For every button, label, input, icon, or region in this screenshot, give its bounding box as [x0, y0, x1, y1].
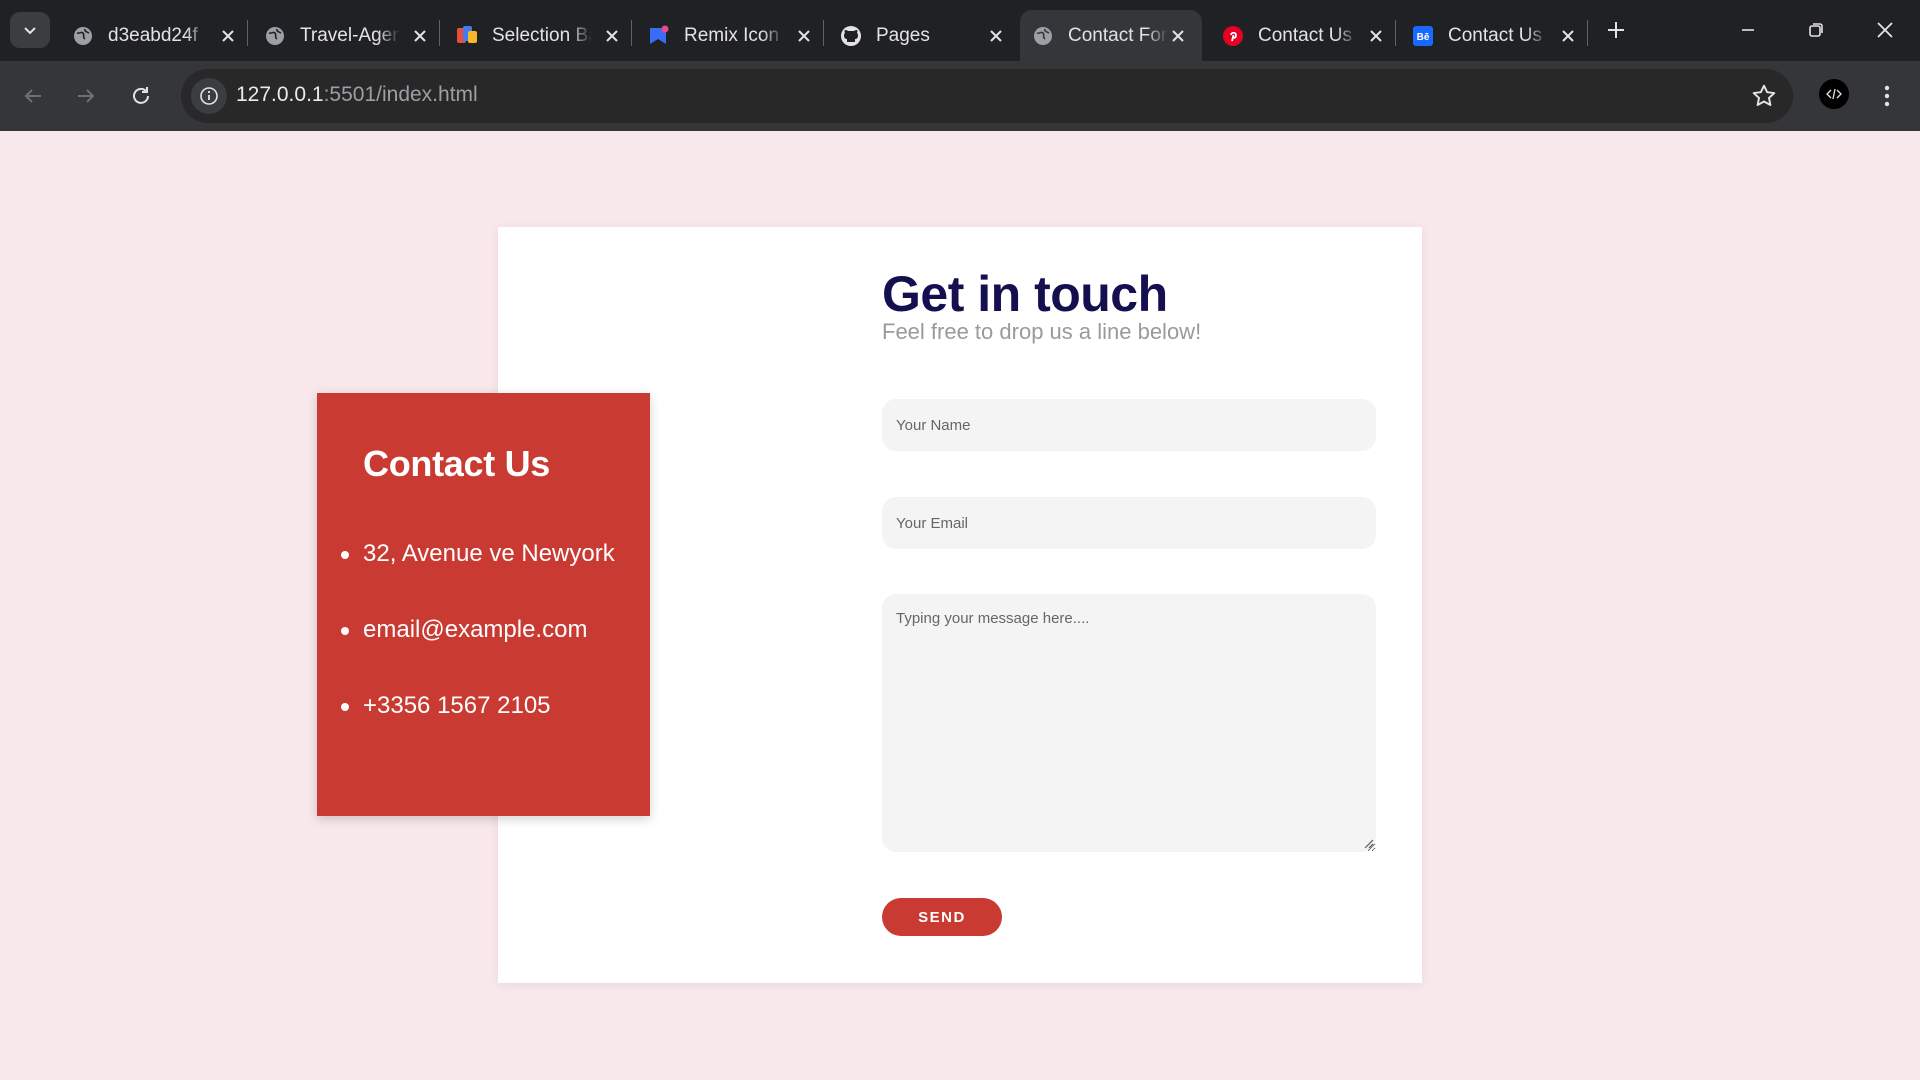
tab-title: Pages [876, 24, 930, 46]
tab-5[interactable]: Pages [828, 10, 1020, 61]
reload-icon [133, 87, 149, 104]
tab-7[interactable]: Contact Us [1210, 10, 1400, 61]
tab-3[interactable]: Selection Bar [444, 10, 636, 61]
close-icon[interactable] [602, 26, 622, 46]
address-url[interactable]: 127.0.0.1:5501/index.html [236, 83, 478, 107]
info-icon [200, 87, 218, 105]
message-textarea[interactable] [882, 594, 1376, 852]
close-icon[interactable] [1558, 26, 1578, 46]
bookmark-star-icon[interactable] [1751, 83, 1777, 109]
tab-1[interactable]: d3eabd24f [60, 10, 252, 61]
plus-icon [1608, 22, 1624, 38]
tab-title: Selection Bar [492, 24, 592, 46]
behance-icon: Bē [1412, 25, 1434, 47]
selection-app-icon [456, 25, 478, 47]
close-icon[interactable] [986, 26, 1006, 46]
arrow-right-icon [78, 89, 95, 103]
close-window-button[interactable] [1865, 10, 1905, 50]
close-icon[interactable] [794, 26, 814, 46]
svg-text:Bē: Bē [1417, 32, 1430, 43]
contact-email: email@example.com [341, 615, 650, 645]
page-viewport: Get in touch Feel free to drop us a line… [0, 131, 1920, 1080]
close-icon[interactable] [1168, 26, 1188, 46]
browser-menu-button[interactable] [1872, 78, 1902, 114]
extension-devtools-button[interactable] [1819, 79, 1849, 109]
site-info-button[interactable] [191, 78, 227, 114]
url-path: :5501/index.html [323, 83, 478, 106]
browser-toolbar: 127.0.0.1:5501/index.html [0, 61, 1920, 131]
arrow-left-icon [24, 89, 41, 103]
contact-phone: +3356 1567 2105 [341, 691, 650, 721]
close-icon[interactable] [1366, 26, 1386, 46]
globe-icon [264, 25, 286, 47]
email-input[interactable] [882, 497, 1376, 549]
back-button[interactable] [15, 78, 51, 114]
contact-address: 32, Avenue ve Newyork [341, 539, 650, 569]
minimize-button[interactable] [1728, 10, 1768, 50]
close-icon[interactable] [410, 26, 430, 46]
more-vertical-icon [1884, 85, 1890, 107]
tab-title: Travel-Agency [300, 24, 400, 46]
globe-icon [72, 25, 94, 47]
chevron-down-icon [24, 27, 36, 35]
tab-2[interactable]: Travel-Agency [252, 10, 444, 61]
tab-4[interactable]: Remix Icon [636, 10, 828, 61]
tab-title: d3eabd24f [108, 24, 198, 46]
tab-search-button[interactable] [10, 12, 50, 48]
url-host: 127.0.0.1 [236, 83, 324, 106]
tab-strip: d3eabd24f Travel-Agency Selection Bar Re… [0, 0, 1920, 61]
tab-title: Remix Icon [684, 24, 780, 46]
contact-heading: Contact Us [363, 443, 551, 484]
page-subtitle: Feel free to drop us a line below! [882, 319, 1202, 344]
github-icon [840, 25, 862, 47]
name-input[interactable] [882, 399, 1376, 451]
tab-title: Contact Us [1448, 24, 1542, 46]
code-icon [1826, 88, 1842, 100]
remix-icon [648, 25, 670, 47]
tab-6-active[interactable]: Contact Form [1020, 10, 1202, 61]
address-bar[interactable]: 127.0.0.1:5501/index.html [181, 69, 1793, 123]
restore-button[interactable] [1796, 10, 1836, 50]
page-title: Get in touch [882, 266, 1168, 322]
tab-8[interactable]: Bē Contact Us [1400, 10, 1592, 61]
restore-icon [1809, 23, 1823, 37]
globe-icon [1032, 25, 1054, 47]
new-tab-button[interactable] [1598, 12, 1634, 48]
contact-list: 32, Avenue ve Newyork email@example.com … [341, 539, 650, 721]
reload-button[interactable] [123, 78, 159, 114]
forward-button[interactable] [68, 78, 104, 114]
pinterest-icon [1222, 25, 1244, 47]
close-icon[interactable] [218, 26, 238, 46]
tab-title: Contact Us [1258, 24, 1352, 46]
send-button[interactable]: SEND [882, 898, 1002, 936]
minimize-icon [1742, 29, 1754, 31]
contact-info-box: Contact Us 32, Avenue ve Newyork email@e… [317, 393, 650, 816]
close-icon [1877, 22, 1893, 38]
tab-title: Contact Form [1068, 24, 1168, 46]
